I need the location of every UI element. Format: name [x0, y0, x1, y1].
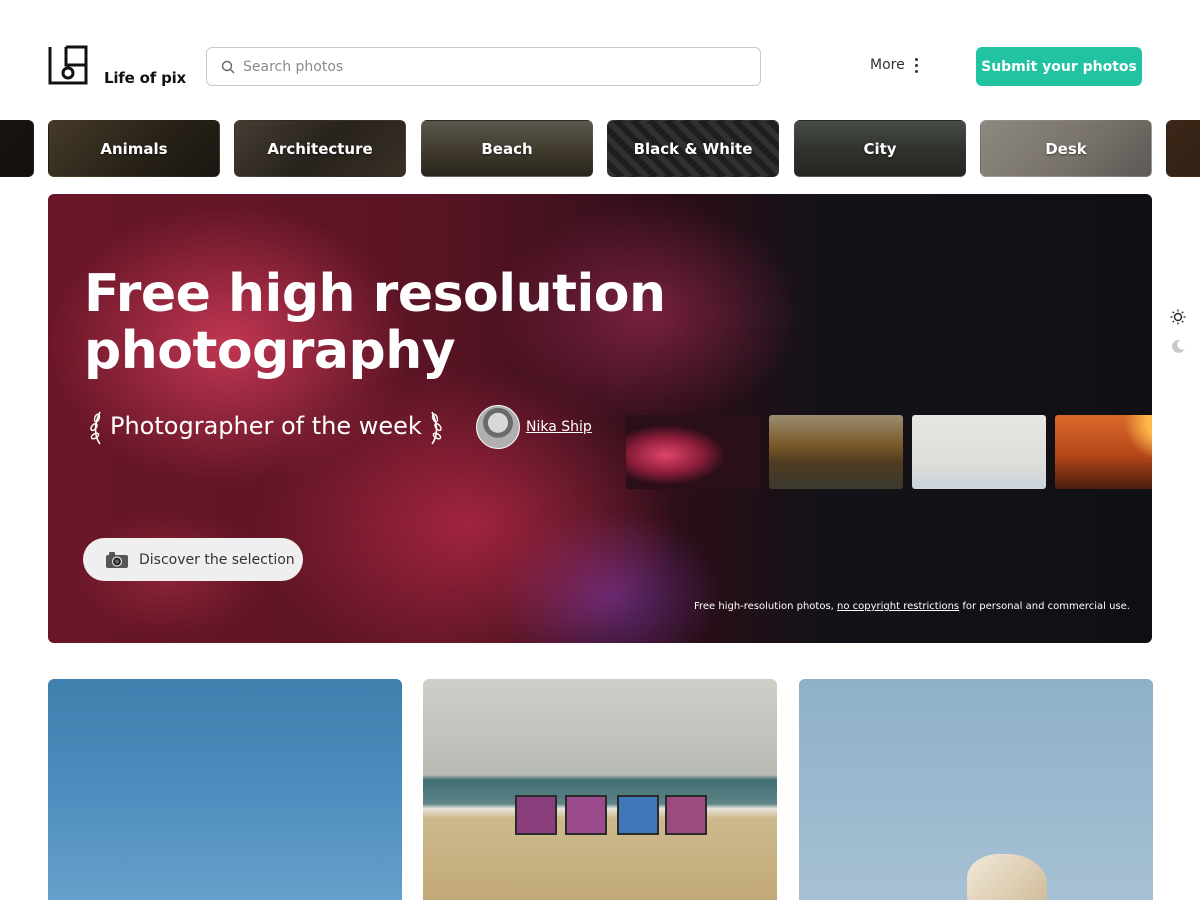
more-label: More: [870, 57, 905, 73]
discover-selection-button[interactable]: Discover the selection: [83, 538, 303, 581]
photo-card-camel[interactable]: [799, 679, 1153, 900]
sun-icon[interactable]: [1170, 309, 1186, 325]
featured-thumbnail[interactable]: [1055, 415, 1152, 489]
photographer-link[interactable]: Nika Ship: [476, 405, 592, 449]
photographer-of-week-label: Photographer of the week: [110, 412, 422, 440]
logo-text[interactable]: Life of pix: [104, 69, 186, 87]
beach-chair: [617, 795, 659, 835]
category-label: Architecture: [267, 139, 373, 158]
beach-chair: [665, 795, 707, 835]
photographer-name[interactable]: Nika Ship: [526, 419, 592, 435]
featured-thumbnail[interactable]: [912, 415, 1046, 489]
category-label: Desk: [1045, 139, 1087, 158]
beach-chair: [515, 795, 557, 835]
category-partial-right[interactable]: [1166, 120, 1200, 177]
laurel-right-icon: [431, 411, 442, 445]
featured-thumbnails: [626, 415, 1152, 489]
hero-title: Free high resolution photography: [84, 264, 666, 381]
life-of-pix-logo-icon[interactable]: [48, 45, 88, 85]
category-beach[interactable]: Beach: [421, 120, 593, 177]
category-label: Animals: [100, 139, 168, 158]
camera-icon: [106, 551, 128, 568]
beach-chair: [565, 795, 607, 835]
submit-photos-button[interactable]: Submit your photos: [976, 47, 1142, 86]
featured-thumbnail[interactable]: [769, 415, 903, 489]
camel-head: [967, 854, 1047, 900]
search-icon: [221, 60, 235, 73]
search-bar[interactable]: [206, 47, 761, 86]
category-strip: Animals Architecture Beach Black & White…: [0, 120, 1200, 177]
category-desk[interactable]: Desk: [980, 120, 1152, 177]
avatar: [476, 405, 520, 449]
category-label: City: [863, 139, 897, 158]
category-animals[interactable]: Animals: [48, 120, 220, 177]
category-partial-left[interactable]: [0, 120, 34, 177]
photo-card-beach-chairs[interactable]: [423, 679, 777, 900]
photo-card-sky[interactable]: [48, 679, 402, 900]
category-label: Black & White: [633, 139, 753, 158]
laurel-left-icon: [90, 411, 101, 445]
kebab-icon: [914, 57, 918, 73]
category-label: Beach: [481, 139, 533, 158]
more-menu-button[interactable]: More: [870, 57, 918, 73]
hero-footnote: Free high-resolution photos, no copyrigh…: [693, 601, 1130, 612]
category-black-white[interactable]: Black & White: [607, 120, 779, 177]
featured-thumbnail[interactable]: [626, 415, 760, 489]
discover-label: Discover the selection: [139, 551, 295, 568]
search-input[interactable]: [243, 58, 723, 75]
hero-banner: Free high resolution photography Photogr…: [48, 194, 1152, 643]
moon-icon[interactable]: [1170, 338, 1186, 354]
photographer-of-week: Photographer of the week: [86, 406, 446, 446]
category-architecture[interactable]: Architecture: [234, 120, 406, 177]
no-copyright-link[interactable]: no copyright restrictions: [837, 601, 959, 612]
category-city[interactable]: City: [794, 120, 966, 177]
